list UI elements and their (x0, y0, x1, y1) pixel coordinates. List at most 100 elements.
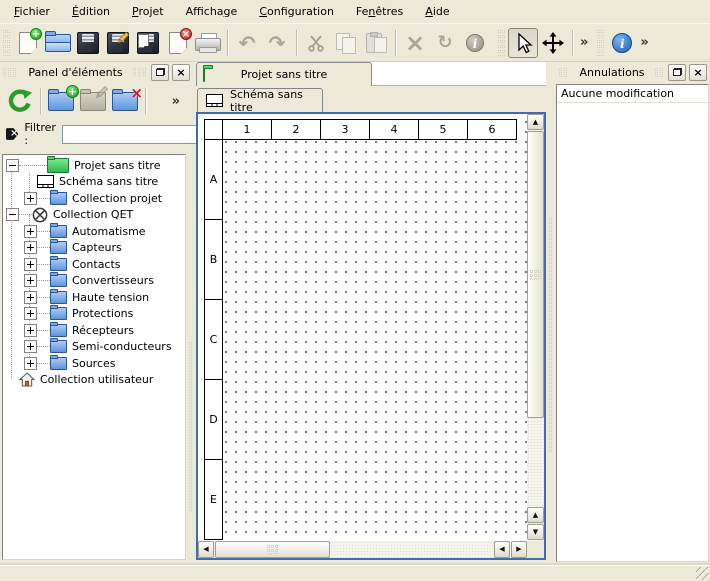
toolbar-drag-handle[interactable] (498, 30, 505, 56)
expand-icon[interactable] (24, 340, 37, 353)
column-header: 4 (369, 119, 419, 140)
menu-aide[interactable]: Aide (415, 2, 459, 22)
dock-float-button[interactable] (151, 64, 169, 81)
tree-item-recepteurs[interactable]: Récepteurs (3, 322, 185, 339)
scroll-up-button[interactable]: ▲ (527, 114, 544, 130)
open-button[interactable] (43, 28, 73, 58)
row-header: E (204, 459, 223, 540)
folder-icon (50, 274, 67, 287)
undo-list-item[interactable]: Aucune modification (557, 85, 708, 103)
copy-button[interactable] (331, 28, 361, 58)
menu-projet[interactable]: Projet (122, 2, 174, 22)
expand-icon[interactable] (24, 258, 37, 271)
open-folder-icon (45, 34, 71, 52)
tree-item-collection-qet[interactable]: Collection QET (3, 207, 185, 224)
tab-schema[interactable]: Schéma sans titre (197, 88, 323, 112)
tree-item-collection-projet[interactable]: Collection projet (3, 190, 185, 207)
menu-fichier[interactable]: Fichier (4, 2, 60, 22)
left-arrow-icon: ◀ (203, 546, 208, 553)
tree-item-sources[interactable]: Sources (3, 355, 185, 372)
rotate-button[interactable]: ↻ (430, 28, 460, 58)
reload-collections-button[interactable] (4, 85, 36, 117)
undo-button[interactable]: ↶ (232, 28, 262, 58)
close-file-button[interactable]: × (163, 28, 193, 58)
dock-float-button[interactable] (668, 64, 686, 81)
menu-bar: Fichier Édition Projet Affichage Configu… (0, 0, 710, 23)
expand-icon[interactable] (24, 192, 37, 205)
expand-icon[interactable] (24, 291, 37, 304)
scroll-up-button-2[interactable]: ▲ (527, 507, 544, 523)
save-as-button[interactable] (103, 28, 133, 58)
scroll-left-button[interactable]: ◀ (198, 541, 214, 558)
select-tool-button[interactable] (508, 28, 538, 58)
expand-icon[interactable] (24, 241, 37, 254)
horizontal-scroll-thumb[interactable] (215, 541, 330, 558)
diagram-info-button[interactable]: i (607, 28, 637, 58)
expand-icon[interactable] (24, 225, 37, 238)
scroll-right-button[interactable]: ▶ (511, 541, 527, 558)
save-all-button[interactable] (133, 28, 163, 58)
tree-item-contacts[interactable]: Contacts (3, 256, 185, 273)
tree-item-schema[interactable]: Schéma sans titre (3, 174, 185, 191)
new-category-button[interactable]: + (45, 85, 77, 117)
cut-button[interactable] (301, 28, 331, 58)
collapse-icon[interactable] (6, 159, 19, 172)
info-blue-icon: i (612, 33, 632, 53)
delete-category-button[interactable]: × (109, 85, 141, 117)
toolbar-drag-handle[interactable] (597, 30, 604, 56)
menu-fenetres[interactable]: Fenêtres (346, 2, 413, 22)
toolbar-overflow-button[interactable]: » (637, 35, 651, 50)
expand-icon[interactable] (24, 357, 37, 370)
expand-icon[interactable] (24, 307, 37, 320)
tree-item-collection-utilisateur[interactable]: Collection utilisateur (3, 372, 185, 389)
resize-grip[interactable] (696, 567, 709, 580)
tree-item-automatisme[interactable]: Automatisme (3, 223, 185, 240)
new-document-button[interactable]: + (13, 28, 43, 58)
redo-button[interactable]: ↷ (262, 28, 292, 58)
collapse-icon[interactable] (6, 208, 19, 221)
edit-category-button[interactable] (77, 85, 109, 117)
move-tool-button[interactable] (538, 28, 568, 58)
tree-item-capteurs[interactable]: Capteurs (3, 240, 185, 257)
schema-tab-label: Schéma sans titre (230, 88, 322, 114)
expand-icon[interactable] (24, 274, 37, 287)
toolbar-overflow-button[interactable]: » (577, 35, 591, 50)
clear-filter-icon[interactable]: × (6, 127, 18, 141)
restore-icon (156, 68, 165, 76)
status-bar (0, 565, 710, 581)
print-button[interactable] (193, 28, 223, 58)
vertical-scroll-thumb[interactable] (527, 131, 544, 418)
pencil-icon (93, 85, 109, 104)
vertical-scrollbar[interactable]: ▲ ▲ ▼ (527, 114, 544, 541)
horizontal-scrollbar[interactable]: ◀ ◀ ▶ (198, 541, 527, 558)
dock-title-bar[interactable]: Panel d'éléments × (0, 62, 193, 82)
diagram-tab-bar: Schéma sans titre (196, 86, 546, 112)
paste-button[interactable] (361, 28, 391, 58)
panel-overflow-button[interactable]: » (169, 94, 183, 109)
expand-icon[interactable] (24, 324, 37, 337)
tree-item-haute-tension[interactable]: Haute tension (3, 289, 185, 306)
menu-configuration[interactable]: Configuration (249, 2, 344, 22)
scroll-left-button-2[interactable]: ◀ (494, 541, 510, 558)
column-header: 1 (222, 119, 272, 140)
dock-close-button[interactable]: × (689, 64, 707, 81)
tree-item-protections[interactable]: Protections (3, 306, 185, 323)
menu-affichage[interactable]: Affichage (176, 2, 248, 22)
delete-button[interactable]: × (400, 28, 430, 58)
tree-item-project[interactable]: Projet sans titre (3, 157, 185, 174)
right-splitter[interactable] (546, 62, 556, 562)
toolbar-drag-handle[interactable] (3, 30, 10, 56)
element-info-button[interactable]: i (460, 28, 490, 58)
scroll-down-button[interactable]: ▼ (527, 524, 544, 540)
menu-edition[interactable]: Édition (62, 2, 120, 22)
move-arrows-icon (542, 32, 564, 54)
dock-title-bar[interactable]: Annulations × (556, 62, 710, 82)
left-splitter[interactable] (186, 62, 196, 562)
tree-item-convertisseurs[interactable]: Convertisseurs (3, 273, 185, 290)
tree-item-semi-conducteurs[interactable]: Semi-conducteurs (3, 339, 185, 356)
dock-title-texture (133, 68, 148, 77)
save-all-icon (137, 32, 159, 54)
save-button[interactable] (73, 28, 103, 58)
tab-project[interactable]: Projet sans titre (196, 62, 372, 86)
diagram-canvas[interactable]: 1 2 3 4 5 6 A B C D E (198, 114, 527, 541)
